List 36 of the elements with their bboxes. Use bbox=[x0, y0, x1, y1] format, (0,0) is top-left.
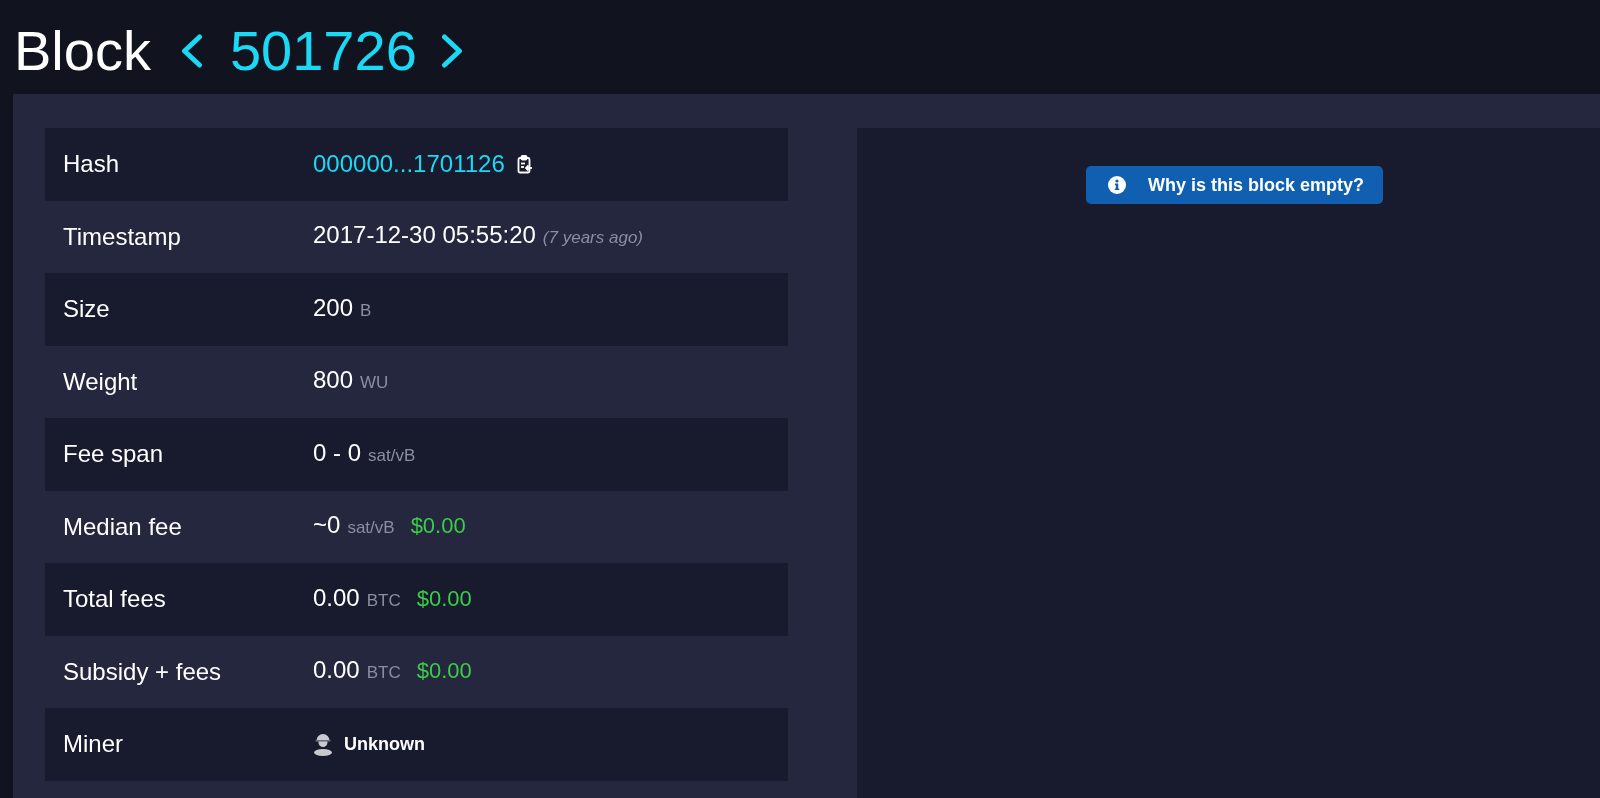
row-label: Miner bbox=[62, 729, 124, 760]
miner-name: Unknown bbox=[344, 733, 425, 757]
info-icon bbox=[1108, 176, 1126, 194]
row-label: Total fees bbox=[62, 584, 167, 615]
why-empty-button[interactable]: Why is this block empty? bbox=[1086, 166, 1384, 204]
value-text: 2017-12-30 05:55:20 bbox=[313, 220, 536, 251]
row-label: Weight bbox=[62, 366, 139, 397]
value-text: 0 - 0 bbox=[313, 437, 362, 468]
unit-text: BTC bbox=[366, 662, 401, 685]
hash-link[interactable]: 000000...1701126 bbox=[313, 149, 505, 180]
row-label: Subsidy + fees bbox=[62, 656, 223, 687]
value-text: 0.00 bbox=[313, 582, 360, 613]
fiat-value: $0.00 bbox=[416, 657, 472, 686]
value-text: 0.00 bbox=[313, 655, 360, 686]
row-label: Fee span bbox=[62, 439, 165, 470]
block-height-link[interactable]: 501726 bbox=[229, 17, 417, 84]
unit-text: WU bbox=[360, 372, 389, 395]
fiat-value: $0.00 bbox=[416, 584, 472, 613]
fiat-value: $0.00 bbox=[410, 512, 466, 541]
row-label: Size bbox=[62, 294, 111, 325]
value-text: ~0 bbox=[313, 510, 341, 541]
chevron-right-icon[interactable] bbox=[440, 33, 463, 68]
chevron-left-icon[interactable] bbox=[180, 33, 203, 68]
value-text: 800 bbox=[313, 365, 354, 396]
clipboard-icon[interactable] bbox=[516, 154, 533, 174]
value-text: 200 bbox=[313, 292, 354, 323]
page-title: Block bbox=[14, 18, 151, 84]
relative-time-text: (7 years ago) bbox=[542, 227, 644, 250]
row-label: Median fee bbox=[62, 511, 183, 542]
miner-avatar-icon bbox=[313, 732, 333, 757]
unit-text: BTC bbox=[366, 589, 401, 612]
unit-text: B bbox=[360, 299, 372, 322]
row-label: Timestamp bbox=[62, 221, 182, 252]
unit-text: sat/vB bbox=[368, 444, 416, 467]
row-label: Hash bbox=[62, 149, 121, 180]
unit-text: sat/vB bbox=[347, 517, 395, 540]
